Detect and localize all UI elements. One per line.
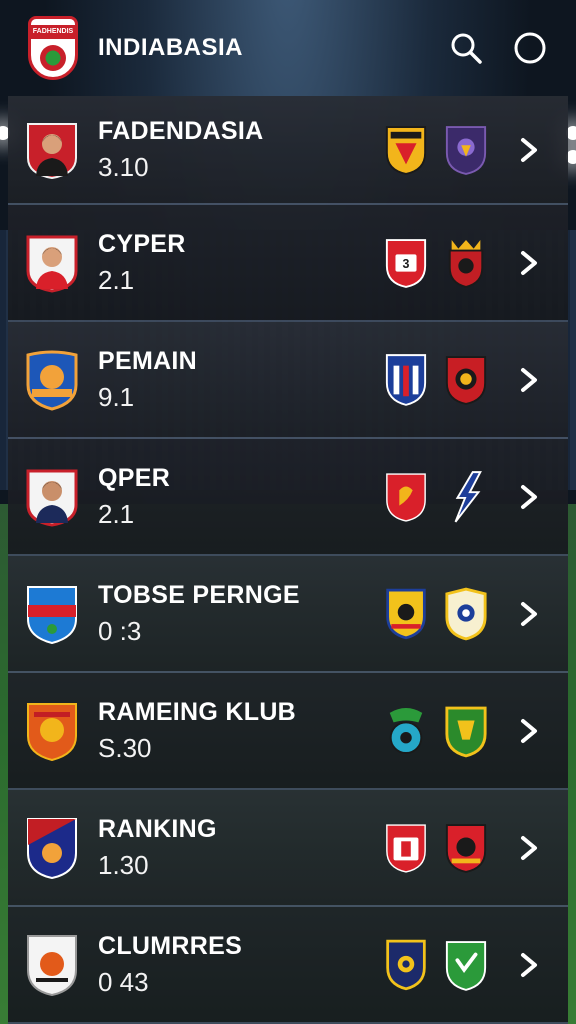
app-title: INDIABASIA bbox=[98, 34, 244, 61]
logo-emblem bbox=[40, 45, 66, 71]
row-badges bbox=[384, 822, 488, 874]
row-badges bbox=[384, 470, 488, 523]
row-title: PEMAIN bbox=[98, 347, 198, 375]
row-title: RAMEING KLUB bbox=[98, 698, 297, 726]
club-badge-icon bbox=[444, 354, 488, 406]
profile-button[interactable] bbox=[512, 30, 548, 66]
row-text: QPER 2.1 bbox=[98, 463, 384, 530]
club-badge-icon bbox=[444, 237, 488, 289]
list-item[interactable]: CYPER 2.1 3 bbox=[8, 205, 568, 322]
club-badge-icon bbox=[444, 939, 488, 991]
team-crest-icon bbox=[24, 350, 80, 411]
chevron-right-icon[interactable] bbox=[512, 133, 546, 167]
club-badge-icon bbox=[384, 822, 428, 874]
logo-label: FADHENDIS bbox=[31, 25, 75, 39]
row-title: CLUMRRES bbox=[98, 932, 243, 960]
row-title: QPER bbox=[98, 464, 171, 492]
player-avatar bbox=[24, 467, 80, 527]
row-text: RANKING 1.30 bbox=[98, 814, 384, 881]
chevron-right-icon[interactable] bbox=[512, 714, 546, 748]
row-title: FADENDASIA bbox=[98, 117, 264, 145]
list-item[interactable]: RANKING 1.30 bbox=[8, 790, 568, 907]
app-logo: FADHENDIS bbox=[28, 16, 78, 80]
team-crest-icon bbox=[24, 584, 80, 644]
row-score: 1.30 bbox=[98, 850, 149, 880]
chevron-right-icon[interactable] bbox=[512, 948, 546, 982]
list-item[interactable]: TOBSE PERNGE 0 :3 bbox=[8, 556, 568, 673]
row-title: RANKING bbox=[98, 815, 217, 843]
chevron-right-icon[interactable] bbox=[512, 597, 546, 631]
list-item[interactable]: PEMAIN 9.1 bbox=[8, 322, 568, 439]
list-item[interactable]: CLUMRRES 0 43 bbox=[8, 907, 568, 1024]
row-title: TOBSE PERNGE bbox=[98, 581, 300, 609]
search-icon bbox=[451, 33, 482, 64]
chevron-right-icon[interactable] bbox=[512, 246, 546, 280]
list-item[interactable]: QPER 2.1 bbox=[8, 439, 568, 556]
club-badge-icon bbox=[444, 822, 488, 874]
row-title: CYPER bbox=[98, 230, 186, 258]
club-badge-icon bbox=[384, 471, 428, 523]
row-badges: 3 bbox=[384, 237, 488, 289]
row-text: RAMEING KLUB S.30 bbox=[98, 697, 384, 764]
team-crest-icon bbox=[24, 817, 80, 879]
row-score: 3.10 bbox=[98, 152, 149, 182]
chevron-right-icon[interactable] bbox=[512, 363, 546, 397]
club-badge-icon bbox=[444, 124, 488, 176]
club-badge-icon bbox=[384, 939, 428, 991]
row-text: PEMAIN 9.1 bbox=[98, 346, 384, 413]
club-badge-icon bbox=[384, 705, 428, 757]
row-score: 2.1 bbox=[98, 265, 135, 295]
club-badge-icon bbox=[444, 587, 488, 640]
row-score: 9.1 bbox=[98, 382, 135, 412]
club-badge-icon bbox=[384, 124, 428, 176]
row-badges bbox=[384, 939, 488, 991]
team-crest-icon bbox=[24, 701, 80, 761]
club-badge-icon bbox=[444, 705, 488, 757]
app-header: FADHENDIS INDIABASIA bbox=[0, 0, 576, 96]
circle-icon bbox=[514, 32, 546, 64]
row-score: S.30 bbox=[98, 733, 152, 763]
header-actions bbox=[448, 30, 548, 66]
row-score: 2.1 bbox=[98, 499, 135, 529]
row-badges bbox=[384, 353, 488, 406]
row-text: FADENDASIA 3.10 bbox=[98, 116, 384, 183]
chevron-right-icon[interactable] bbox=[512, 480, 546, 514]
club-badge-icon bbox=[444, 470, 488, 523]
list-item[interactable]: RAMEING KLUB S.30 bbox=[8, 673, 568, 790]
row-text: TOBSE PERNGE 0 :3 bbox=[98, 580, 384, 647]
club-badge-icon: 3 bbox=[384, 237, 428, 289]
club-badge-icon bbox=[384, 353, 428, 406]
list-item[interactable]: FADENDASIA 3.10 bbox=[8, 96, 568, 205]
search-button[interactable] bbox=[448, 30, 484, 66]
row-badges bbox=[384, 587, 488, 640]
row-text: CLUMRRES 0 43 bbox=[98, 931, 384, 998]
player-avatar bbox=[24, 233, 80, 293]
club-badge-icon bbox=[384, 588, 428, 640]
row-score: 0 :3 bbox=[98, 616, 142, 646]
team-crest-icon bbox=[24, 934, 80, 996]
row-badges bbox=[384, 705, 488, 757]
chevron-right-icon[interactable] bbox=[512, 831, 546, 865]
row-score: 0 43 bbox=[98, 967, 149, 997]
row-text: CYPER 2.1 bbox=[98, 229, 384, 296]
svg-text:3: 3 bbox=[403, 256, 410, 270]
ranking-list: FADENDASIA 3.10 CYPER 2.1 3 PEMAIN 9.1 Q… bbox=[8, 96, 568, 1024]
row-badges bbox=[384, 124, 488, 176]
player-avatar bbox=[24, 120, 80, 180]
